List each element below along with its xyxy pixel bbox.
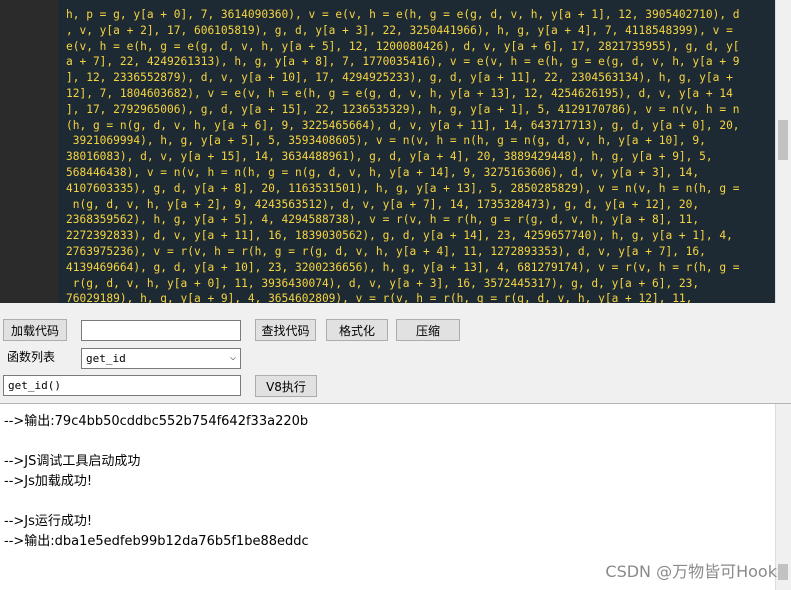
function-selected-value: get_id xyxy=(86,352,126,365)
output-line: -->Js加载成功! xyxy=(4,474,93,489)
output-line: -->输出:79c4bb50cddbc552b754f642f33a220b xyxy=(4,414,309,429)
code-content[interactable]: h, p = g, y[a + 0], 7, 3614090360), v = … xyxy=(58,0,776,303)
function-list-label: 函数列表 xyxy=(7,350,56,364)
chevron-down-icon[interactable]: ⌵ xyxy=(230,352,236,363)
output-line: -->输出:dba1e5edfeb99b12da76b5f1be88eddc xyxy=(4,534,309,549)
output-scrollbar-thumb[interactable] xyxy=(778,564,788,580)
v8-run-button[interactable]: V8执行 xyxy=(255,375,317,397)
line-number-gutter xyxy=(0,0,58,303)
code-text-area[interactable]: h, p = g, y[a + 0], 7, 3614090360), v = … xyxy=(58,0,776,303)
editor-scrollbar-thumb[interactable] xyxy=(778,120,788,160)
search-input[interactable] xyxy=(81,320,241,341)
output-scrollbar[interactable] xyxy=(775,404,791,590)
format-button[interactable]: 格式化 xyxy=(326,319,388,341)
call-expression-input[interactable] xyxy=(3,375,241,396)
compress-button[interactable]: 压缩 xyxy=(396,319,460,341)
output-line: -->Js运行成功! xyxy=(4,514,93,529)
csdn-watermark: CSDN @万物皆可Hook xyxy=(605,562,777,581)
output-line: -->JS调试工具启动成功 xyxy=(4,454,141,469)
code-editor[interactable]: h, p = g, y[a + 0], 7, 3614090360), v = … xyxy=(0,0,791,303)
find-code-button[interactable]: 查找代码 xyxy=(255,319,316,341)
function-list-dropdown[interactable]: get_id ⌵ xyxy=(81,348,241,369)
output-console[interactable]: -->输出:79c4bb50cddbc552b754f642f33a220b -… xyxy=(0,403,791,590)
load-code-button[interactable]: 加载代码 xyxy=(3,319,67,341)
editor-scrollbar[interactable] xyxy=(775,0,791,303)
